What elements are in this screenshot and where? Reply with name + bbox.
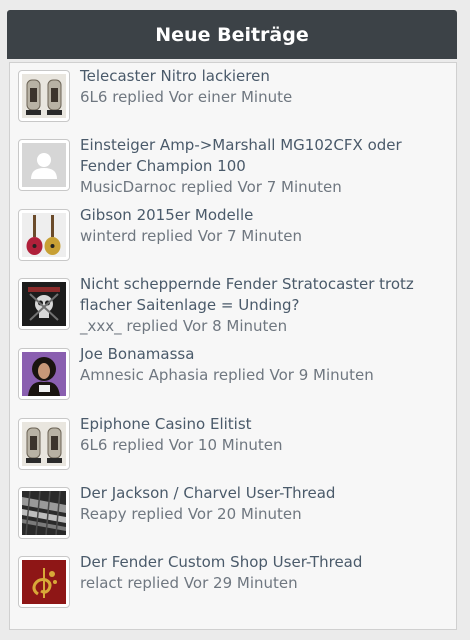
post-title-link[interactable]: Der Fender Custom Shop User-Thread <box>80 552 448 573</box>
post-action: replied <box>181 178 233 196</box>
post-action: replied <box>127 574 180 592</box>
post-meta: Reapy replied Vor 20 Minuten <box>80 504 448 525</box>
post-action: replied <box>141 227 193 245</box>
post-title-link[interactable]: Nicht scheppernde Fender Stratocaster tr… <box>80 274 448 316</box>
post-user-link[interactable]: MusicDarnoc <box>80 178 176 196</box>
post-meta: Amnesic Aphasia replied Vor 9 Minuten <box>80 365 448 386</box>
post-list: Telecaster Nitro lackieren 6L6 replied V… <box>9 62 457 630</box>
post-user-link[interactable]: winterd <box>80 227 136 245</box>
post-time: Vor 10 Minuten <box>168 436 283 454</box>
post-title-link[interactable]: Epiphone Casino Elitist <box>80 414 448 435</box>
post-title-link[interactable]: Telecaster Nitro lackieren <box>80 66 448 87</box>
portrait-icon[interactable] <box>18 348 70 400</box>
post-meta: _xxx_ replied Vor 8 Minuten <box>80 316 448 337</box>
post-time: Vor 7 Minuten <box>237 178 342 196</box>
post-title-link[interactable]: Gibson 2015er Modelle <box>80 205 448 226</box>
post-user-link[interactable]: relact <box>80 574 123 592</box>
post-user-link[interactable]: 6L6 <box>80 436 107 454</box>
tubes-icon[interactable] <box>18 418 70 470</box>
post-action: replied <box>112 88 164 106</box>
widget-header: Neue Beiträge <box>7 10 457 59</box>
post-action: replied <box>112 436 164 454</box>
fretboard-icon[interactable] <box>18 487 70 539</box>
post-meta: MusicDarnoc replied Vor 7 Minuten <box>80 177 448 198</box>
clef-icon[interactable] <box>18 556 70 608</box>
post-time: Vor 7 Minuten <box>197 227 302 245</box>
new-posts-widget: Neue Beiträge Telecaster Nitro lackieren… <box>7 10 457 630</box>
post-action: replied <box>131 505 184 523</box>
post-time: Vor 8 Minuten <box>182 317 288 335</box>
post-title-link[interactable]: Der Jackson / Charvel User-Thread <box>80 483 448 504</box>
post-time: Vor einer Minute <box>168 88 293 106</box>
post-title-link[interactable]: Joe Bonamassa <box>80 344 448 365</box>
post-time: Vor 29 Minuten <box>183 574 298 592</box>
post-meta: relact replied Vor 29 Minuten <box>80 573 448 594</box>
widget-title: Neue Beiträge <box>155 23 309 46</box>
post-time: Vor 20 Minuten <box>187 505 302 523</box>
post-action: replied <box>213 366 265 384</box>
post-action: replied <box>126 317 179 335</box>
skull-icon[interactable] <box>18 278 70 330</box>
post-title-link[interactable]: Einsteiger Amp->Marshall MG102CFX oder F… <box>80 135 448 177</box>
guitars-icon[interactable] <box>18 209 70 261</box>
post-user-link[interactable]: 6L6 <box>80 88 107 106</box>
post-meta: winterd replied Vor 7 Minuten <box>80 226 448 247</box>
post-meta: 6L6 replied Vor 10 Minuten <box>80 435 448 456</box>
post-user-link[interactable]: Reapy <box>80 505 127 523</box>
post-user-link[interactable]: _xxx_ <box>80 317 122 335</box>
default-avatar-icon[interactable] <box>18 139 70 191</box>
tubes-icon[interactable] <box>18 70 70 122</box>
post-meta: 6L6 replied Vor einer Minute <box>80 87 448 108</box>
post-time: Vor 9 Minuten <box>269 366 374 384</box>
post-user-link[interactable]: Amnesic Aphasia <box>80 366 208 384</box>
